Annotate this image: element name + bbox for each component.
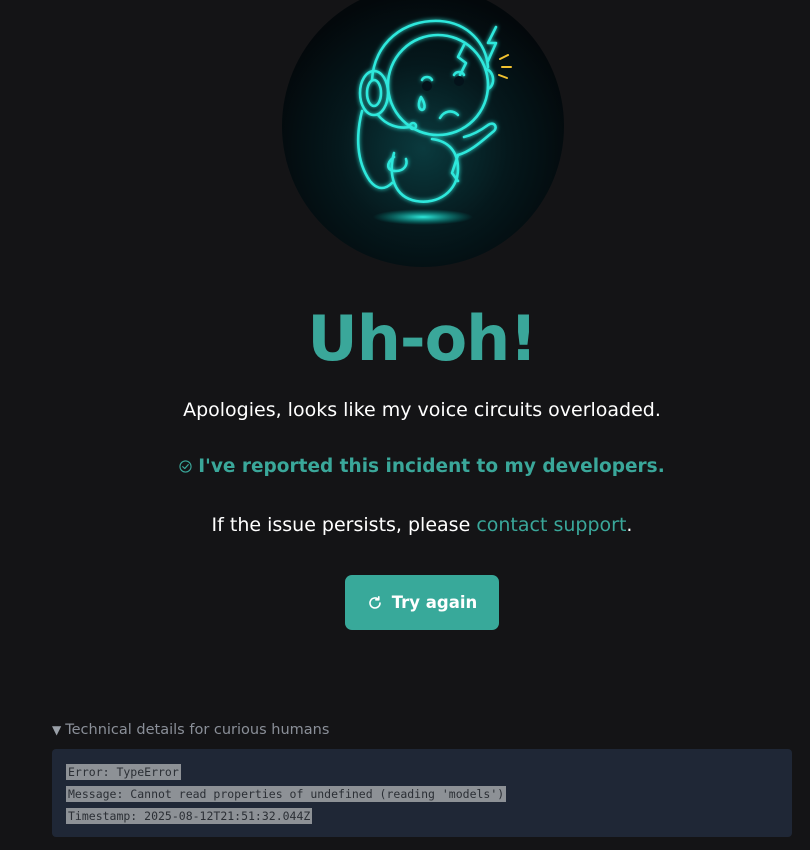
message-line: Message: Cannot read properties of undef…: [66, 786, 507, 802]
try-again-button[interactable]: Try again: [345, 575, 499, 630]
error-line: Error: TypeError: [66, 764, 181, 780]
incident-reported-text: I've reported this incident to my develo…: [198, 456, 665, 477]
sad-robot-with-headset-icon: [282, 0, 564, 267]
error-details-box: Error: TypeError Message: Cannot read pr…: [52, 749, 792, 837]
try-again-label: Try again: [391, 593, 478, 612]
support-message-suffix: .: [626, 514, 633, 536]
technical-details-summary: Technical details for curious humans: [65, 722, 330, 738]
incident-reported-notice: I've reported this incident to my develo…: [0, 455, 810, 479]
contact-support-link[interactable]: contact support: [476, 514, 626, 536]
error-page: Uh-oh! Apologies, looks like my voice ci…: [0, 0, 810, 850]
page-title: Uh-oh!: [307, 302, 537, 375]
technical-details-toggle[interactable]: ▼ Technical details for curious humans: [52, 720, 792, 740]
check-circle-icon: [179, 460, 192, 473]
technical-details: ▼ Technical details for curious humans Er…: [52, 720, 792, 837]
apology-message: Apologies, looks like my voice circuits …: [183, 399, 661, 421]
triangle-down-icon: ▼: [52, 723, 62, 737]
refresh-icon: [368, 595, 381, 609]
support-message: If the issue persists, please contact su…: [0, 513, 810, 537]
sad-robot-illustration: [282, 0, 564, 267]
support-message-prefix: If the issue persists, please: [211, 514, 477, 536]
timestamp-line: Timestamp: 2025-08-12T21:51:32.044Z: [66, 808, 313, 824]
